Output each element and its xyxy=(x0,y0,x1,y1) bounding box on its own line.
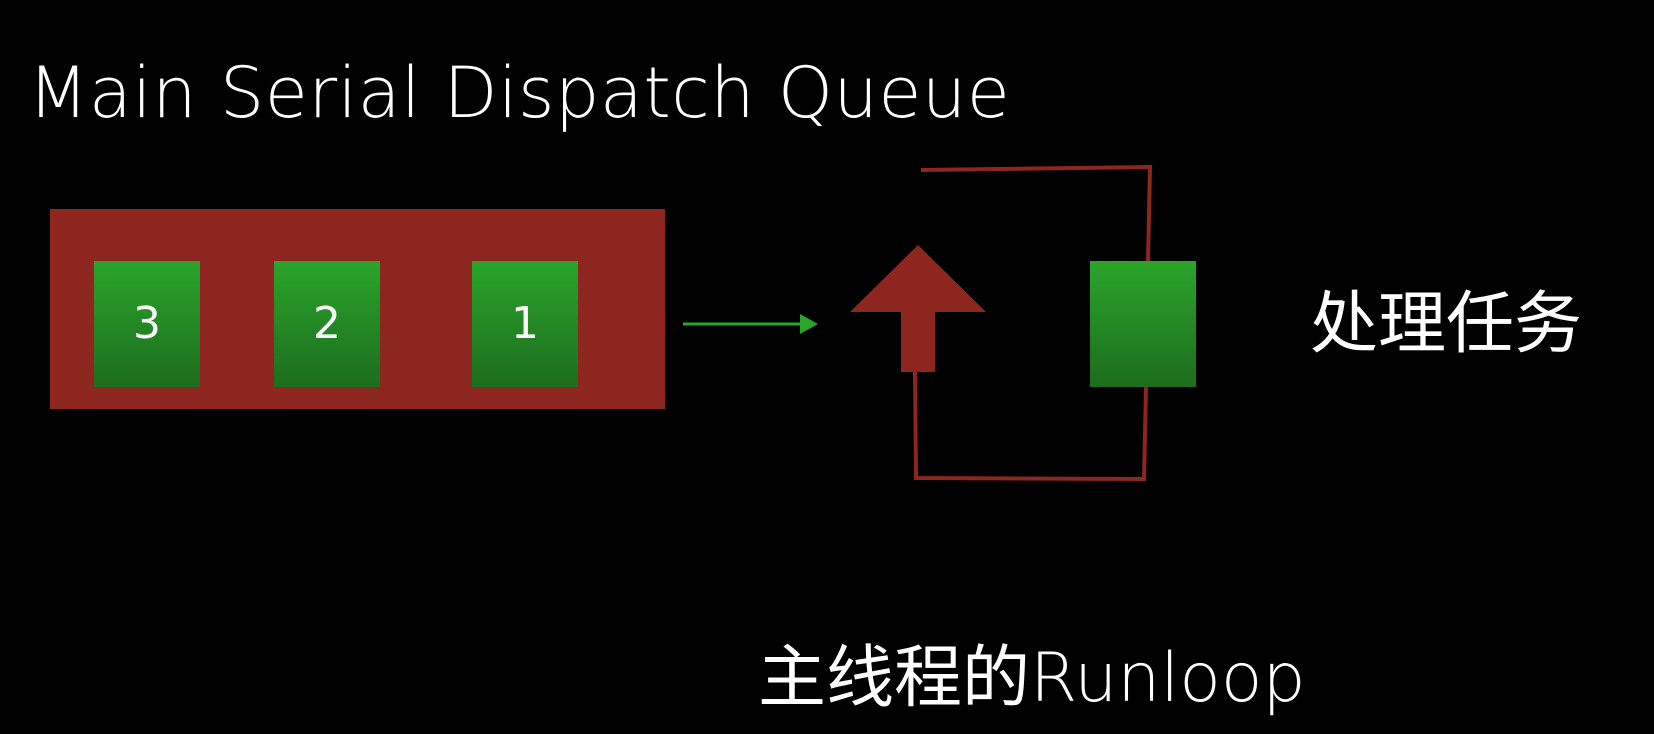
runloop-caption: 主线程的Runloop xyxy=(758,639,1306,718)
dequeue-arrow-head xyxy=(800,314,818,334)
runloop-up-arrow xyxy=(850,245,986,372)
process-task-label: 处理任务 xyxy=(1310,285,1583,364)
current-task xyxy=(1090,261,1196,387)
runloop-loop-top xyxy=(920,164,1153,262)
runloop-loop-bottom xyxy=(913,371,1148,482)
